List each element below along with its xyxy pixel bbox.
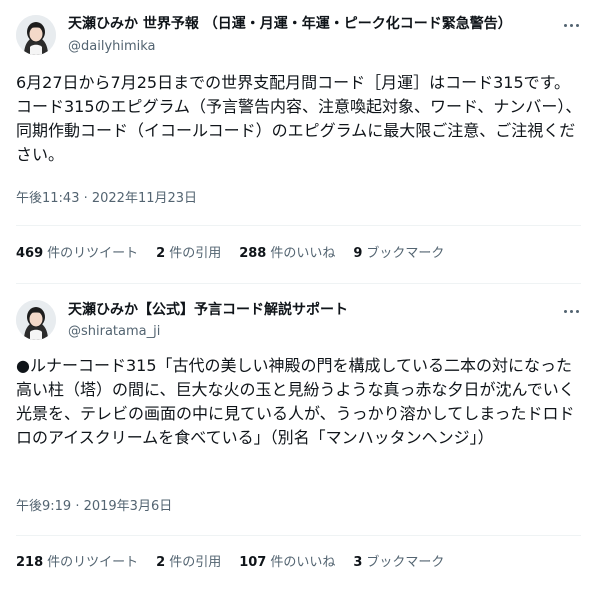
tweet: 天瀬ひみか【公式】予言コード解説サポート @shiratama_ji ●ルナーコ…: [0, 286, 597, 598]
likes-count: 288: [239, 246, 267, 261]
tweet-timestamp[interactable]: 午後11:43 · 2022年11月23日: [16, 190, 197, 208]
tweet-timestamp[interactable]: 午後9:19 · 2019年3月6日: [16, 498, 172, 516]
tweet-stats: 469 件のリツイート 2 件の引用 288 件のいいね 9 ブックマーク: [16, 245, 462, 263]
bookmarks-count: 9: [353, 246, 363, 261]
bookmarks-label: ブックマーク: [366, 246, 445, 261]
quotes-count: 2: [156, 246, 166, 261]
retweets-stat[interactable]: 469 件のリツイート: [16, 245, 138, 263]
likes-label: 件のいいね: [270, 555, 336, 570]
author-name[interactable]: 天瀬ひみか【公式】予言コード解説サポート: [68, 301, 348, 319]
retweets-stat[interactable]: 218 件のリツイート: [16, 554, 138, 572]
quotes-label: 件の引用: [169, 246, 222, 261]
tweet-text: ●ルナーコード315「古代の美しい神殿の門を構成している二本の対になった高い柱（…: [16, 356, 575, 447]
quotes-count: 2: [156, 555, 166, 570]
divider: [16, 283, 581, 284]
quotes-label: 件の引用: [169, 555, 222, 570]
more-horizontal-icon[interactable]: [559, 16, 583, 34]
quotes-stat[interactable]: 2 件の引用: [156, 245, 221, 263]
tweet-stats: 218 件のリツイート 2 件の引用 107 件のいいね 3 ブックマーク: [16, 554, 462, 572]
bookmarks-stat[interactable]: 9 ブックマーク: [353, 245, 444, 263]
author-handle[interactable]: @dailyhimika: [68, 38, 156, 56]
divider: [16, 535, 581, 536]
likes-stat[interactable]: 288 件のいいね: [239, 245, 335, 263]
likes-count: 107: [239, 555, 267, 570]
avatar[interactable]: [16, 300, 56, 340]
retweets-count: 469: [16, 246, 44, 261]
more-horizontal-icon[interactable]: [559, 302, 583, 320]
likes-stat[interactable]: 107 件のいいね: [239, 554, 335, 572]
tweet-text: 6月27日から7月25日までの世界支配月間コード［月運］はコード315です。コー…: [16, 73, 582, 164]
quotes-stat[interactable]: 2 件の引用: [156, 554, 221, 572]
author-name[interactable]: 天瀬ひみか 世界予報 （日運・月運・年運・ピーク化コード緊急警告）: [68, 15, 512, 33]
likes-label: 件のいいね: [270, 246, 336, 261]
avatar[interactable]: [16, 15, 56, 55]
retweets-label: 件のリツイート: [47, 555, 139, 570]
bookmarks-label: ブックマーク: [366, 555, 445, 570]
retweets-count: 218: [16, 555, 44, 570]
bookmarks-count: 3: [353, 555, 363, 570]
tweet: 天瀬ひみか 世界予報 （日運・月運・年運・ピーク化コード緊急警告） @daily…: [0, 0, 597, 286]
profile-photo-icon: [16, 15, 56, 55]
retweets-label: 件のリツイート: [47, 246, 139, 261]
bookmarks-stat[interactable]: 3 ブックマーク: [353, 554, 444, 572]
profile-photo-icon: [16, 300, 56, 340]
divider: [16, 225, 581, 226]
author-handle[interactable]: @shiratama_ji: [68, 323, 160, 341]
